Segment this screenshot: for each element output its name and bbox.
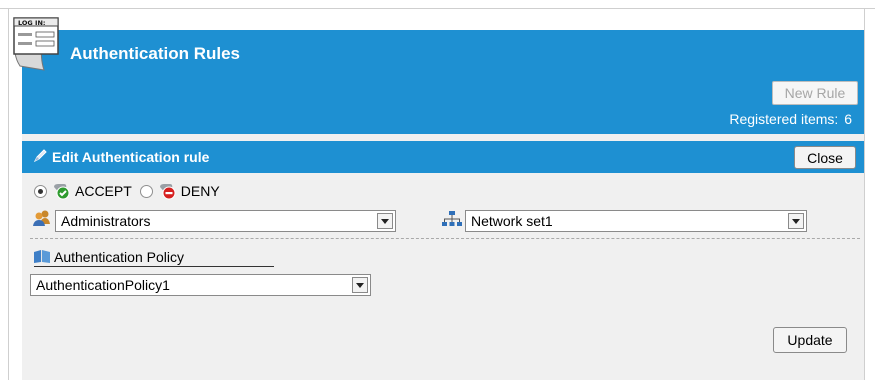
edit-rule-title: Edit Authentication rule: [52, 149, 210, 165]
chevron-down-icon[interactable]: [377, 213, 393, 229]
rule-type-radio-group: ACCEPT DENY: [34, 180, 224, 202]
page-title: Authentication Rules: [70, 44, 241, 63]
policy-icon: [33, 248, 51, 264]
policy-value: AuthenticationPolicy1: [36, 277, 170, 293]
network-select[interactable]: Network set1: [465, 210, 807, 232]
section-divider: [30, 238, 860, 239]
chevron-down-icon[interactable]: [352, 277, 368, 293]
edit-rule-bar: Edit Authentication rule Close: [22, 141, 864, 173]
accept-icon: [51, 181, 71, 201]
frame-right-border: [864, 8, 865, 380]
close-button[interactable]: Close: [794, 146, 856, 169]
rules-header: Authentication Rules New Rule Registered…: [22, 30, 864, 134]
deny-radio[interactable]: [139, 184, 153, 198]
network-value: Network set1: [471, 213, 553, 229]
users-icon: [32, 208, 52, 228]
registered-count: 6: [844, 111, 852, 127]
network-icon: [442, 210, 462, 228]
policy-label-underline: [34, 266, 274, 267]
frame-top-border: [0, 8, 875, 9]
frame-left-border: [8, 8, 9, 380]
user-group-select[interactable]: Administrators: [55, 210, 396, 232]
pencil-icon: [32, 148, 48, 167]
new-rule-button[interactable]: New Rule: [772, 81, 858, 105]
registered-items: Registered items: 6: [729, 111, 852, 127]
logo-text: LOG IN:: [18, 19, 46, 27]
deny-icon: [157, 181, 177, 201]
registered-label: Registered items:: [729, 111, 839, 127]
policy-label: Authentication Policy: [54, 249, 184, 265]
accept-radio[interactable]: [34, 184, 47, 198]
deny-label: DENY: [180, 183, 220, 199]
user-group-value: Administrators: [61, 213, 151, 229]
accept-label: ACCEPT: [75, 183, 132, 199]
update-button[interactable]: Update: [773, 327, 847, 353]
chevron-down-icon[interactable]: [788, 213, 804, 229]
policy-select[interactable]: AuthenticationPolicy1: [30, 274, 371, 296]
login-logo-icon: LOG IN:: [10, 14, 68, 72]
